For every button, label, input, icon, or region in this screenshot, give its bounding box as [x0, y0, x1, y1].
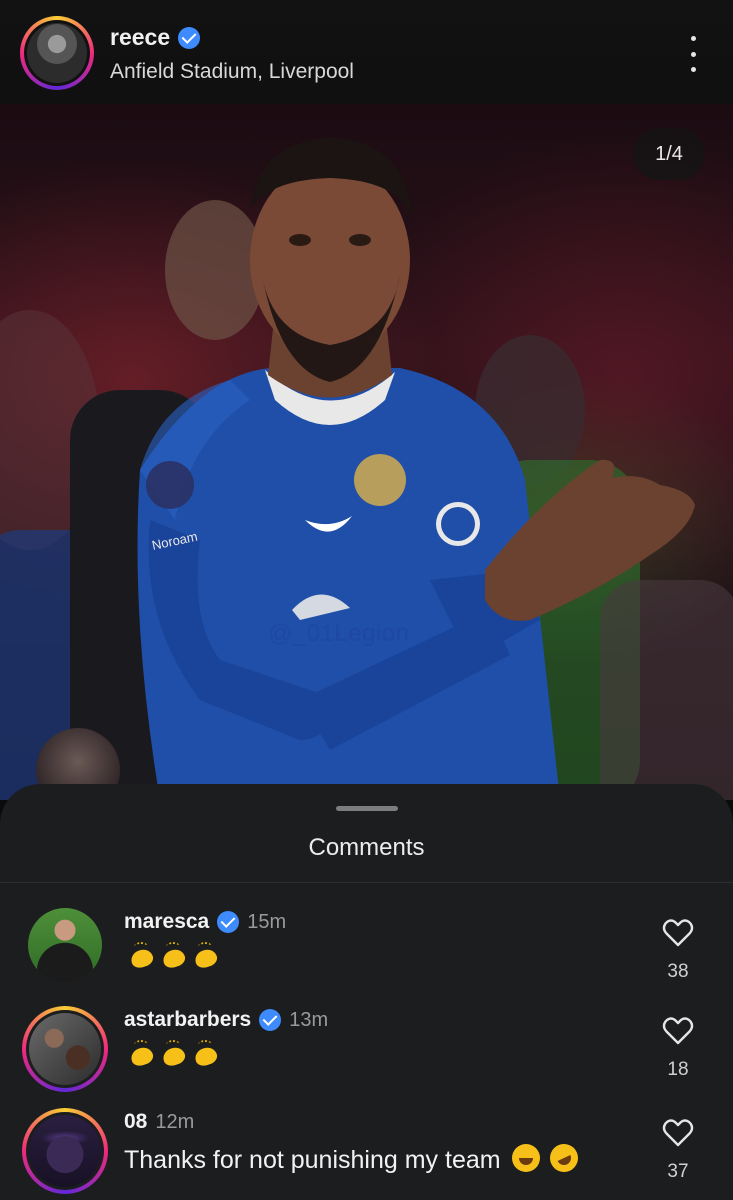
more-options-icon[interactable]: [683, 36, 703, 72]
clapping-hands-icon: [192, 942, 218, 968]
player-illustration: Noroam: [0, 138, 733, 800]
sheet-drag-handle[interactable]: [336, 806, 398, 811]
comment-username[interactable]: 08: [124, 1110, 147, 1134]
comment-header: maresca 15m: [124, 910, 286, 934]
like-button[interactable]: 38: [661, 918, 695, 983]
rolling-laugh-emoji-icon: [545, 1139, 584, 1177]
like-count: 38: [667, 961, 689, 982]
sweat-smile-emoji-icon: [511, 1144, 540, 1172]
commenter-avatar[interactable]: [28, 908, 102, 982]
profile-avatar[interactable]: [20, 16, 94, 90]
verified-badge-icon: [217, 911, 240, 933]
comment-item: 08 12m Thanks for not punishing my team …: [0, 1108, 733, 1200]
commenter-avatar[interactable]: [22, 1108, 108, 1194]
like-count: 18: [667, 1059, 689, 1080]
clapping-hands-icon: [160, 942, 186, 968]
comment-time: 12m: [155, 1110, 195, 1133]
post-photo[interactable]: Noroam @_01Legion 1/4: [0, 100, 733, 800]
comment-time: 13m: [289, 1008, 329, 1031]
comment-time: 15m: [247, 910, 287, 933]
comment-item: maresca 15m 38: [0, 908, 733, 1008]
heart-icon: [662, 1119, 694, 1147]
watermark-text: @_01Legion: [268, 620, 410, 647]
post-header: reece Anfield Stadium, Liverpool: [0, 0, 733, 104]
comments-title: Comments: [308, 834, 425, 861]
like-button[interactable]: 37: [661, 1118, 695, 1183]
commenter-avatar[interactable]: [22, 1006, 108, 1092]
clapping-hands-icon: [128, 942, 154, 968]
instagram-post-screen: Noroam @_01Legion 1/4 reece Anfield Stad…: [0, 0, 733, 1200]
comment-item: astarbarbers 13m 18: [0, 1006, 733, 1106]
clapping-hands-icon: [192, 1040, 218, 1066]
comment-text-row: Thanks for not punishing my team: [124, 1139, 584, 1177]
heart-icon: [662, 919, 694, 947]
header-username[interactable]: reece: [110, 24, 170, 51]
verified-badge-icon: [259, 1009, 282, 1031]
comment-header: 08 12m: [124, 1110, 194, 1134]
comments-sheet: Comments maresca 15m 38 astarbarbers 13m…: [0, 784, 733, 1200]
comment-username[interactable]: astarbarbers: [124, 1008, 251, 1032]
comment-text: [128, 1040, 218, 1066]
heart-icon: [662, 1017, 694, 1045]
carousel-counter: 1/4: [633, 128, 705, 180]
comment-username[interactable]: maresca: [124, 910, 209, 934]
comment-text: Thanks for not punishing my team: [124, 1146, 501, 1174]
comment-header: astarbarbers 13m: [124, 1008, 328, 1032]
clapping-hands-icon: [128, 1040, 154, 1066]
verified-badge-icon: [178, 26, 201, 49]
like-button[interactable]: 18: [661, 1016, 695, 1081]
like-count: 37: [667, 1161, 689, 1182]
divider: [0, 882, 733, 883]
header-username-row[interactable]: reece: [110, 24, 201, 51]
post-location[interactable]: Anfield Stadium, Liverpool: [110, 60, 354, 84]
clapping-hands-icon: [160, 1040, 186, 1066]
profile-picture: [27, 23, 87, 83]
comment-text: [128, 942, 218, 968]
